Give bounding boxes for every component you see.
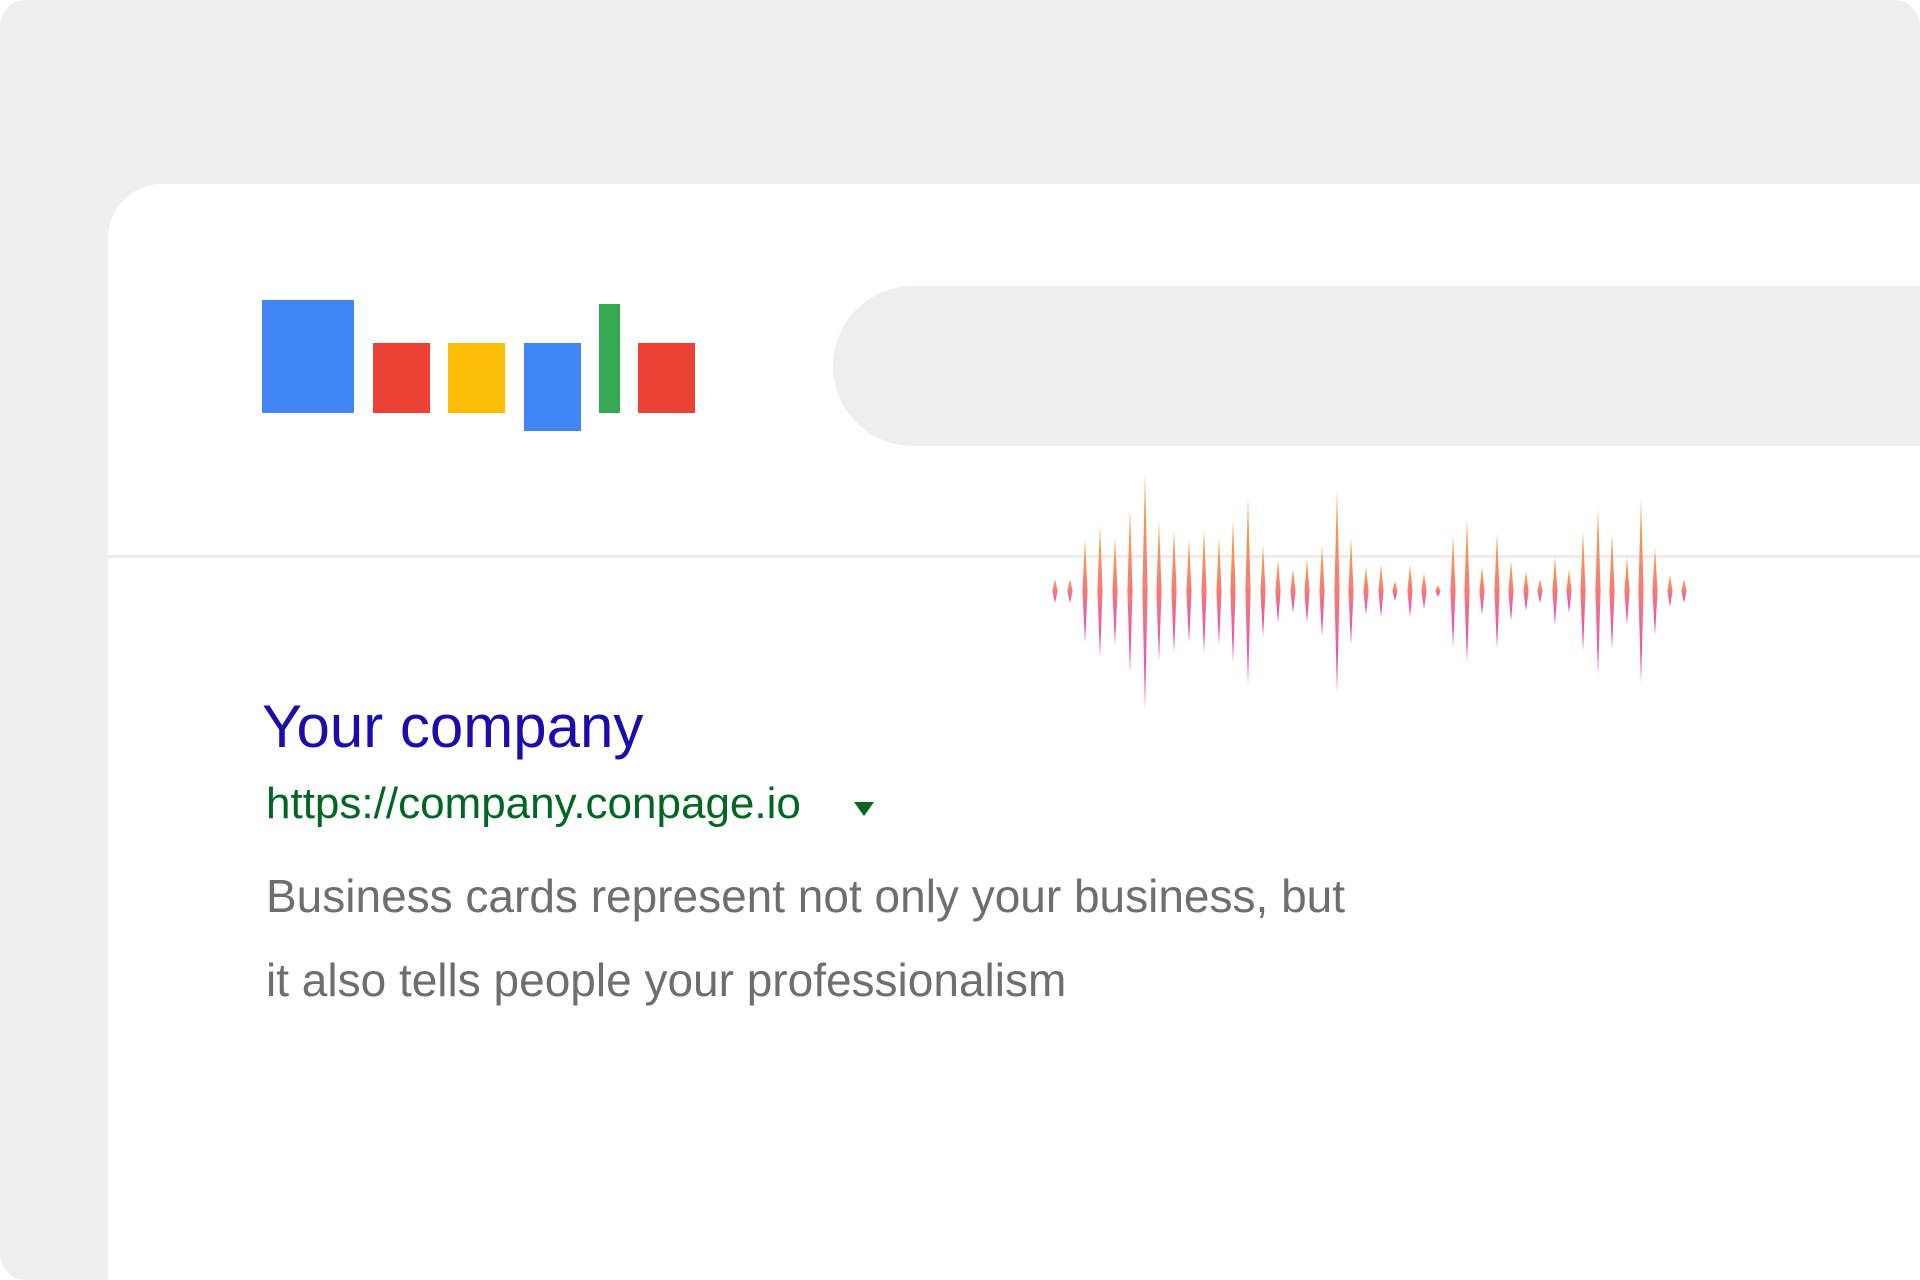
wave-spike-1 bbox=[1067, 579, 1073, 603]
voice-waveform-icon bbox=[1052, 474, 1687, 710]
wave-spike-2 bbox=[1082, 539, 1088, 643]
wave-spike-23 bbox=[1392, 581, 1398, 601]
wave-spike-25 bbox=[1421, 573, 1427, 609]
search-input[interactable] bbox=[833, 286, 1920, 446]
wave-spike-43 bbox=[1681, 579, 1687, 603]
dropdown-triangle-icon[interactable] bbox=[854, 802, 874, 816]
wave-spike-29 bbox=[1479, 567, 1485, 615]
wave-spike-28 bbox=[1464, 519, 1470, 663]
wave-spike-24 bbox=[1407, 565, 1413, 617]
wave-spike-38 bbox=[1609, 533, 1615, 649]
snippet-line-2: it also tells people your professionalis… bbox=[266, 954, 1067, 1006]
wave-spike-6 bbox=[1142, 474, 1148, 710]
wave-spike-40 bbox=[1638, 499, 1644, 683]
wave-spike-36 bbox=[1580, 531, 1586, 651]
wave-spike-34 bbox=[1552, 557, 1558, 625]
wave-spike-26 bbox=[1435, 585, 1441, 597]
wave-spike-7 bbox=[1156, 521, 1162, 661]
result-snippet: Business cards represent not only your b… bbox=[266, 854, 1566, 1022]
wave-spike-35 bbox=[1566, 569, 1572, 613]
logo-block-green bbox=[599, 304, 620, 413]
wave-spike-21 bbox=[1363, 567, 1369, 615]
wave-spike-16 bbox=[1290, 569, 1296, 613]
browser-frame: Your company https://company.conpage.io … bbox=[0, 0, 1920, 1280]
wave-spike-8 bbox=[1171, 529, 1177, 653]
wave-spike-20 bbox=[1348, 537, 1354, 645]
wave-spike-11 bbox=[1216, 537, 1222, 645]
wave-spike-3 bbox=[1097, 525, 1103, 657]
wave-spike-9 bbox=[1186, 539, 1192, 643]
logo-block-red-2 bbox=[638, 343, 695, 413]
wave-spike-18 bbox=[1319, 545, 1325, 637]
wave-spike-33 bbox=[1537, 579, 1543, 603]
wave-spike-13 bbox=[1245, 497, 1251, 685]
result-title-link[interactable]: Your company bbox=[262, 692, 643, 762]
logo-block-blue-large bbox=[262, 300, 354, 413]
result-url[interactable]: https://company.conpage.io bbox=[266, 778, 801, 830]
wave-spike-10 bbox=[1201, 529, 1207, 653]
wave-spike-32 bbox=[1523, 571, 1529, 611]
wave-spike-4 bbox=[1112, 537, 1118, 645]
logo-block-blue-small bbox=[524, 343, 581, 431]
wave-spike-30 bbox=[1494, 533, 1500, 649]
logo-block-red bbox=[373, 343, 430, 413]
wave-spike-19 bbox=[1334, 489, 1340, 693]
wave-spike-22 bbox=[1378, 565, 1384, 617]
wave-spike-39 bbox=[1624, 557, 1630, 625]
wave-spike-0 bbox=[1052, 579, 1058, 603]
snippet-line-1: Business cards represent not only your b… bbox=[266, 870, 1346, 922]
search-engine-logo[interactable] bbox=[262, 300, 722, 440]
wave-spike-27 bbox=[1450, 535, 1456, 647]
wave-spike-15 bbox=[1275, 559, 1281, 623]
search-results-window: Your company https://company.conpage.io … bbox=[108, 184, 1920, 1280]
wave-spike-37 bbox=[1595, 507, 1601, 675]
wave-spike-5 bbox=[1127, 509, 1133, 673]
wave-spike-42 bbox=[1667, 575, 1673, 607]
wave-spike-41 bbox=[1652, 547, 1658, 635]
wave-spike-17 bbox=[1304, 559, 1310, 623]
logo-block-yellow bbox=[448, 343, 505, 413]
wave-spike-31 bbox=[1508, 561, 1514, 621]
wave-spike-12 bbox=[1230, 519, 1236, 663]
wave-spike-14 bbox=[1260, 545, 1266, 637]
